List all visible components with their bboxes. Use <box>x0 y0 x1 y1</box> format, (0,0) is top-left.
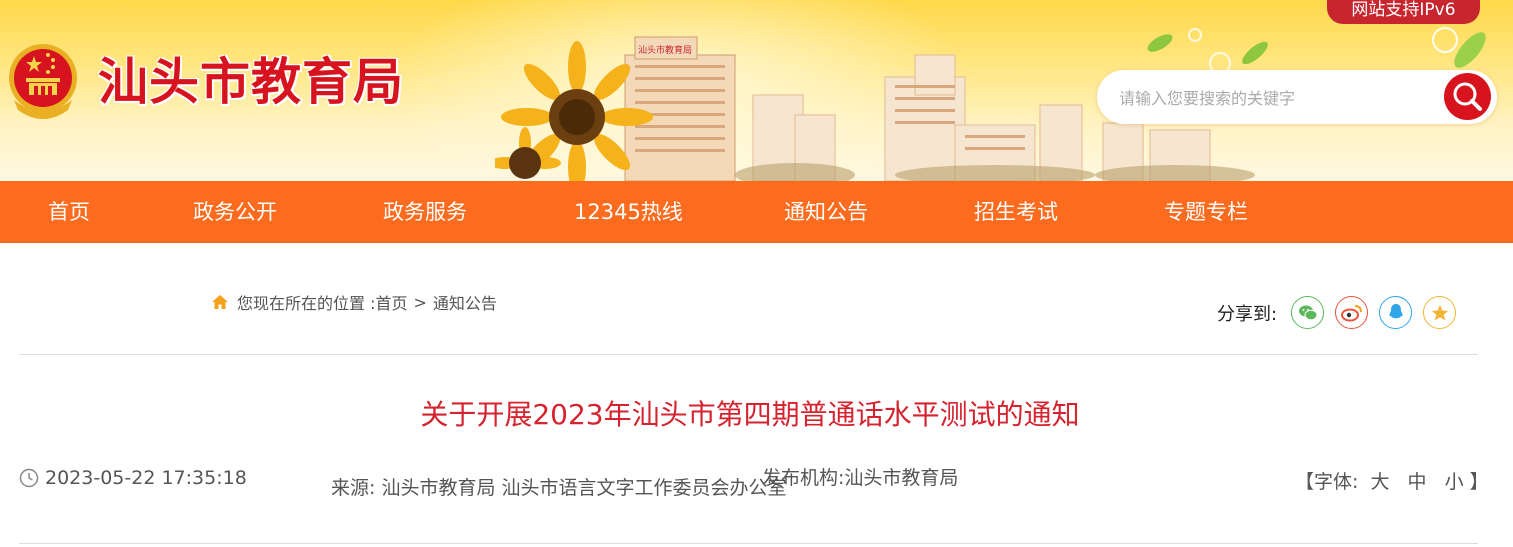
font-size-medium-button[interactable]: 中 <box>1408 471 1427 493</box>
divider-top <box>19 354 1478 355</box>
qq-icon <box>1389 303 1403 318</box>
search-icon <box>1453 82 1482 111</box>
weibo-icon <box>1340 304 1362 321</box>
search-input[interactable] <box>1117 80 1441 116</box>
building-sign: 汕头市教育局 <box>638 44 692 56</box>
site-title: 汕头市教育局 <box>98 52 404 111</box>
share-qzone-button[interactable] <box>1423 296 1457 329</box>
breadcrumb: 您现在所在的位置 : 首页 > 通知公告 <box>211 290 497 314</box>
main-nav: 首页 政务公开 政务服务 12345热线 通知公告 招生考试 专题专栏 <box>0 181 1513 243</box>
source-label: 来源: <box>331 477 376 499</box>
publisher-info: 发布机构:汕头市教育局 <box>762 467 958 490</box>
national-emblem-icon <box>9 44 77 119</box>
search-box <box>1097 70 1497 124</box>
wechat-icon <box>1298 305 1318 320</box>
publish-date: 2023-05-22 17:35:18 <box>19 467 247 489</box>
share-weibo-button[interactable] <box>1335 296 1369 329</box>
share-bar: 分享到: <box>1217 296 1467 329</box>
font-size-control: 【字体: 大 中 小】 <box>1295 467 1489 494</box>
article-title: 关于开展2023年汕头市第四期普通话水平测试的通知 <box>420 398 1080 431</box>
breadcrumb-prefix: 您现在所在的位置 : <box>237 294 376 313</box>
font-size-close: 】 <box>1469 471 1489 493</box>
search-button[interactable] <box>1444 73 1491 120</box>
font-size-small-button[interactable]: 小 <box>1445 471 1464 493</box>
share-qq-button[interactable] <box>1379 296 1413 329</box>
nav-item-gov-open[interactable]: 政务公开 <box>193 181 277 243</box>
font-size-label: 【字体: <box>1295 471 1359 493</box>
nav-item-home[interactable]: 首页 <box>48 181 90 243</box>
publisher-label: 发布机构: <box>762 467 845 489</box>
nav-item-admission[interactable]: 招生考试 <box>974 181 1058 243</box>
source-value: 汕头市教育局 汕头市语言文字工作委员会办公室 <box>381 477 787 499</box>
breadcrumb-separator: > <box>413 292 427 312</box>
divider-bottom <box>19 543 1478 544</box>
nav-item-topics[interactable]: 专题专栏 <box>1164 181 1248 243</box>
qzone-icon <box>1431 304 1448 320</box>
home-icon <box>212 295 228 309</box>
breadcrumb-home-link[interactable]: 首页 <box>375 290 407 314</box>
publisher-value: 汕头市教育局 <box>844 467 959 489</box>
clock-icon <box>19 468 39 488</box>
nav-item-gov-service[interactable]: 政务服务 <box>383 181 467 243</box>
font-size-large-button[interactable]: 大 <box>1370 471 1389 493</box>
nav-item-hotline[interactable]: 12345热线 <box>574 181 683 243</box>
publish-date-text: 2023-05-22 17:35:18 <box>45 467 247 489</box>
share-wechat-button[interactable] <box>1291 296 1325 329</box>
ipv6-badge[interactable]: 网站支持IPv6 <box>1327 0 1480 24</box>
share-label: 分享到: <box>1217 303 1278 325</box>
breadcrumb-current-link[interactable]: 通知公告 <box>433 290 497 314</box>
nav-item-notices[interactable]: 通知公告 <box>784 181 868 243</box>
